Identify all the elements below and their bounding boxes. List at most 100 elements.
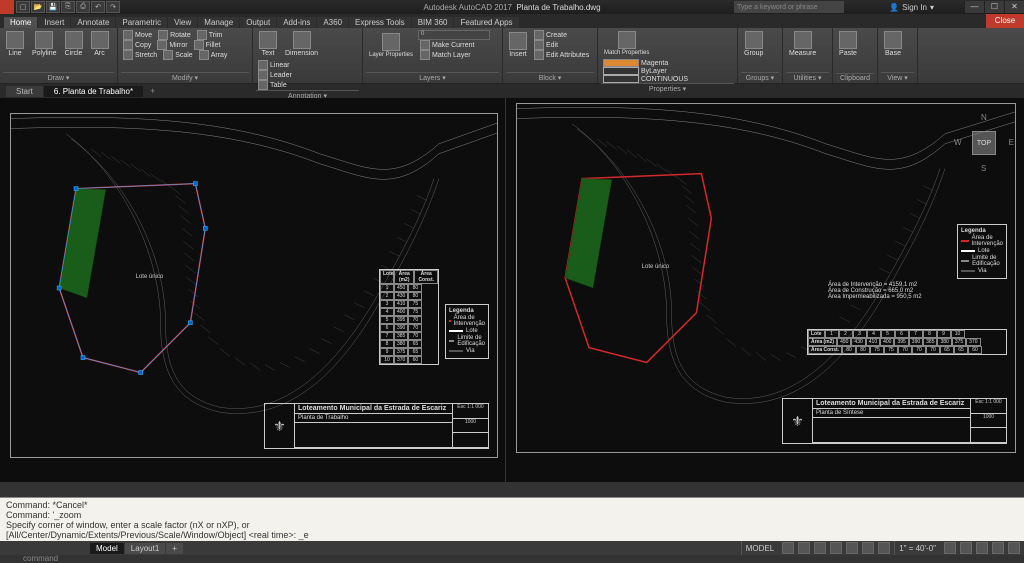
tab-view[interactable]: View xyxy=(168,17,197,28)
copy-button[interactable]: Copy xyxy=(121,40,153,50)
ribbon: Line Polyline Circle Arc Draw ▾ MoveRota… xyxy=(0,28,1024,84)
line-button[interactable]: Line xyxy=(3,30,27,58)
tab-featured[interactable]: Featured Apps xyxy=(454,17,518,28)
status-osnap-icon[interactable] xyxy=(846,542,858,554)
layout-layout1[interactable]: Layout1 xyxy=(125,543,165,554)
status-snap-icon[interactable] xyxy=(798,542,810,554)
panel-layers-label[interactable]: Layers ▾ xyxy=(366,72,499,83)
status-grid-icon[interactable] xyxy=(782,542,794,554)
tab-insert[interactable]: Insert xyxy=(38,17,70,28)
panel-annotation: Text Dimension Linear Leader Table Annot… xyxy=(253,28,363,83)
color-combo[interactable]: Magenta xyxy=(601,59,690,67)
qat-open-icon[interactable]: 📂 xyxy=(31,1,45,13)
edit-block-button[interactable]: Edit xyxy=(532,40,591,50)
linetype-combo[interactable]: CONTINUOUS xyxy=(601,75,690,83)
tab-manage[interactable]: Manage xyxy=(198,17,239,28)
circle-button[interactable]: Circle xyxy=(62,30,86,58)
layout-add-icon[interactable]: + xyxy=(166,543,183,554)
rotate-button[interactable]: Rotate xyxy=(156,30,193,40)
status-clean-icon[interactable] xyxy=(992,542,1004,554)
title-bar: Autodesk AutoCAD 2017 Planta de Trabalho… xyxy=(0,3,1024,12)
qat-plot-icon[interactable]: ⎙ xyxy=(76,1,90,13)
maximize-icon[interactable]: ☐ xyxy=(984,1,1004,13)
status-gear-icon[interactable] xyxy=(960,542,972,554)
lineweight-combo[interactable]: ByLayer xyxy=(601,67,690,75)
linear-button[interactable]: Linear xyxy=(256,60,294,70)
arc-button[interactable]: Arc xyxy=(88,30,112,58)
layer-combo[interactable]: 0 xyxy=(418,30,490,40)
doctab-active[interactable]: 6. Planta de Trabalho* xyxy=(44,86,143,97)
edit-attr-button[interactable]: Edit Attributes xyxy=(532,50,591,60)
tab-a360[interactable]: A360 xyxy=(317,17,348,28)
make-current-button[interactable]: Make Current xyxy=(418,40,490,50)
status-custom-icon[interactable] xyxy=(1008,542,1020,554)
app-menu-icon[interactable] xyxy=(0,0,14,14)
panel-groups-label[interactable]: Groups ▾ xyxy=(741,72,779,83)
paste-button[interactable]: Paste xyxy=(836,30,860,58)
paper-sheet-right: Lote único Área de Intervenção = 4159,1 … xyxy=(516,103,1016,453)
doctab-start[interactable]: Start xyxy=(6,86,43,97)
panel-draw-label[interactable]: Draw ▾ xyxy=(3,72,114,83)
viewport-right[interactable]: N S E W TOP Lote único Área de Intervenç… xyxy=(505,98,1024,482)
status-scale[interactable]: 1" = 40'-0" xyxy=(894,541,940,555)
help-search-input[interactable]: Type a keyword or phrase xyxy=(734,1,844,13)
qat-save-icon[interactable]: 💾 xyxy=(46,1,60,13)
qat-redo-icon[interactable]: ↷ xyxy=(106,1,120,13)
layer-properties-button[interactable]: Layer Properties xyxy=(366,32,416,59)
base-button[interactable]: Base xyxy=(881,30,905,58)
tab-bim360[interactable]: BIM 360 xyxy=(412,17,454,28)
fillet-button[interactable]: Fillet xyxy=(192,40,223,50)
status-lwt-icon[interactable] xyxy=(878,542,890,554)
status-anno-icon[interactable] xyxy=(944,542,956,554)
stretch-button[interactable]: Stretch xyxy=(121,50,159,60)
qat-new-icon[interactable]: ▢ xyxy=(16,1,30,13)
tab-home[interactable]: Home xyxy=(4,17,37,28)
text-button[interactable]: Text xyxy=(256,30,280,58)
titleblock-right: ⚜ Loteamento Municipal da Estrada de Esc… xyxy=(782,398,1007,444)
status-iso-icon[interactable] xyxy=(976,542,988,554)
scale-button[interactable]: Scale xyxy=(161,50,195,60)
leader-button[interactable]: Leader xyxy=(256,70,294,80)
doc-close-button[interactable]: Close xyxy=(986,14,1024,28)
panel-properties-label[interactable]: Properties ▾ xyxy=(601,83,734,94)
viewport-left[interactable]: Lote único LoteÁrea (m2)Área Const.14508… xyxy=(0,98,505,482)
mirror-button[interactable]: Mirror xyxy=(155,40,189,50)
layout-model[interactable]: Model xyxy=(90,543,124,554)
move-button[interactable]: Move xyxy=(121,30,154,40)
panel-modify-label[interactable]: Modify ▾ xyxy=(121,72,249,83)
panel-block-label[interactable]: Block ▾ xyxy=(506,72,594,83)
minimize-icon[interactable]: — xyxy=(964,1,984,13)
insert-button[interactable]: Insert xyxy=(506,31,530,59)
array-button[interactable]: Array xyxy=(197,50,230,60)
dimension-button[interactable]: Dimension xyxy=(282,30,321,58)
status-ortho-icon[interactable] xyxy=(814,542,826,554)
close-icon[interactable]: ✕ xyxy=(1004,1,1024,13)
panel-utilities-label[interactable]: Utilities ▾ xyxy=(786,72,829,83)
panel-view-label[interactable]: View ▾ xyxy=(881,72,914,83)
tab-annotate[interactable]: Annotate xyxy=(71,17,115,28)
polyline-button[interactable]: Polyline xyxy=(29,30,60,58)
svg-text:Lote único: Lote único xyxy=(642,264,670,270)
trim-button[interactable]: Trim xyxy=(195,30,225,40)
qat-saveas-icon[interactable]: ⎘ xyxy=(61,1,75,13)
table-button[interactable]: Table xyxy=(256,80,294,90)
tab-parametric[interactable]: Parametric xyxy=(116,17,167,28)
tab-addins[interactable]: Add-ins xyxy=(277,17,316,28)
drawing-area[interactable]: [-][Top][2D Wireframe] — ☐ ✕ xyxy=(0,98,1024,482)
match-properties-button[interactable]: Match Properties xyxy=(601,30,652,57)
panel-clipboard-label[interactable]: Clipboard xyxy=(836,73,874,83)
create-block-button[interactable]: Create xyxy=(532,30,591,40)
document-tabs: Start 6. Planta de Trabalho* + xyxy=(0,84,1024,98)
tab-express[interactable]: Express Tools xyxy=(349,17,411,28)
doctab-new-icon[interactable]: + xyxy=(144,85,161,97)
signin-button[interactable]: 👤 Sign In ▾ xyxy=(889,3,934,12)
match-layer-button[interactable]: Match Layer xyxy=(418,50,490,60)
command-window[interactable]: Command: *Cancel* Command: '_zoom Specif… xyxy=(0,497,1024,541)
qat-undo-icon[interactable]: ↶ xyxy=(91,1,105,13)
status-space[interactable]: MODEL xyxy=(741,541,778,555)
measure-button[interactable]: Measure xyxy=(786,30,819,58)
status-polar-icon[interactable] xyxy=(830,542,842,554)
status-otrack-icon[interactable] xyxy=(862,542,874,554)
tab-output[interactable]: Output xyxy=(240,17,276,28)
group-button[interactable]: Group xyxy=(741,30,766,58)
